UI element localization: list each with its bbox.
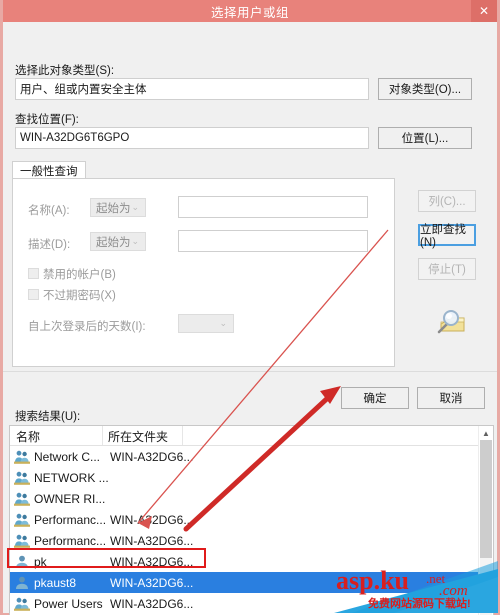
group-icon [14,533,30,549]
search-results-label: 搜索结果(U): [15,411,81,423]
group-icon [14,449,30,465]
title-bar: 选择用户或组 ✕ [3,0,497,22]
table-row-selected[interactable]: pkaust8 WIN-A32DG6... [10,572,493,593]
tab-strip: 一般性查询 [12,161,395,179]
description-input[interactable] [178,230,368,252]
user-icon [14,554,30,570]
name-input[interactable] [178,196,368,218]
dialog-body: 选择此对象类型(S): 用户、组或内置安全主体 对象类型(O)... 查找位置(… [3,22,497,615]
row-name: Network C... [34,449,101,464]
ok-button[interactable]: 确定 [341,387,409,409]
row-name: pkaust8 [34,575,77,590]
description-condition-value: 起始为 [96,236,131,249]
group-icon [14,596,30,612]
never-expire-password-label: 不过期密码(X) [43,290,116,302]
chevron-down-icon: ⌄ [219,318,227,328]
table-row[interactable]: Power Users WIN-A32DG6... [10,593,493,614]
button-separator [3,371,497,372]
table-row[interactable]: Performanc... WIN-A32DG6... [10,509,493,530]
disabled-accounts-label: 禁用的帐户(B) [43,269,116,281]
disabled-accounts-checkbox[interactable] [28,268,39,279]
stop-button[interactable]: 停止(T) [418,258,476,280]
list-rows: Network C... WIN-A32DG6... NETWORK ... OWNE… [10,446,493,615]
row-folder: WIN-A32DG6... [110,596,194,611]
table-row[interactable]: OWNER RI... [10,488,493,509]
column-divider[interactable] [182,426,183,445]
list-scrollbar[interactable]: ▲ [478,426,493,615]
group-icon [14,491,30,507]
location-input[interactable]: WIN-A32DG6T6GPO [15,127,369,149]
row-folder: WIN-A32DG6... [110,449,194,464]
never-expire-password-checkbox[interactable] [28,289,39,300]
table-row[interactable]: Network C... WIN-A32DG6... [10,446,493,467]
object-type-label: 选择此对象类型(S): [15,65,115,77]
find-now-button[interactable]: 立即查找(N) [418,224,476,249]
description-label: 描述(D): [28,239,71,251]
search-results-list[interactable]: 名称 所在文件夹 Network C... WIN-A32DG6... NETWOR… [9,425,494,615]
user-icon [14,575,30,591]
table-row[interactable]: Performanc... WIN-A32DG6... [10,530,493,551]
chevron-down-icon: ⌄ [131,202,139,212]
row-name: Performanc... [34,512,107,527]
list-header: 名称 所在文件夹 [10,426,493,446]
table-row[interactable]: pk WIN-A32DG6... [10,551,493,572]
name-label: 名称(A): [28,205,70,217]
column-header-name[interactable]: 名称 [16,428,40,445]
days-since-logon-select[interactable]: ⌄ [178,314,234,333]
row-name: OWNER RI... [34,491,106,506]
row-name: Performanc... [34,533,107,548]
location-label: 查找位置(F): [15,114,79,126]
object-type-button[interactable]: 对象类型(O)... [378,78,472,100]
row-name: NETWORK ... [34,470,109,485]
location-button[interactable]: 位置(L)... [378,127,472,149]
row-folder: WIN-A32DG6... [110,512,194,527]
column-header-folder[interactable]: 所在文件夹 [108,428,168,445]
window-title: 选择用户或组 [210,5,289,20]
days-since-logon-label: 自上次登录后的天数(I): [28,321,146,333]
row-name: Power Users [34,596,103,611]
scrollbar-track[interactable] [480,558,492,615]
name-condition-select[interactable]: 起始为 ⌄ [90,198,146,217]
screenshot-root: 选择用户或组 ✕ 选择此对象类型(S): 用户、组或内置安全主体 对象类型(O)… [0,0,500,615]
close-icon[interactable]: ✕ [471,0,497,22]
row-name: pk [34,554,47,569]
row-folder: WIN-A32DG6... [110,575,194,590]
object-type-input[interactable]: 用户、组或内置安全主体 [15,78,369,100]
row-folder: WIN-A32DG6... [110,554,194,569]
tab-common-queries[interactable]: 一般性查询 [12,161,86,179]
group-icon [14,512,30,528]
cancel-button[interactable]: 取消 [417,387,485,409]
search-folder-icon [437,310,465,334]
scroll-up-icon[interactable]: ▲ [479,426,493,440]
table-row[interactable]: NETWORK ... [10,467,493,488]
group-icon [14,470,30,486]
description-condition-select[interactable]: 起始为 ⌄ [90,232,146,251]
row-folder: WIN-A32DG6... [110,533,194,548]
column-divider[interactable] [102,426,103,445]
scrollbar-thumb[interactable] [480,440,492,558]
select-users-or-groups-dialog: 选择用户或组 ✕ 选择此对象类型(S): 用户、组或内置安全主体 对象类型(O)… [0,0,500,615]
chevron-down-icon: ⌄ [131,236,139,246]
columns-button[interactable]: 列(C)... [418,190,476,212]
name-condition-value: 起始为 [96,202,131,215]
